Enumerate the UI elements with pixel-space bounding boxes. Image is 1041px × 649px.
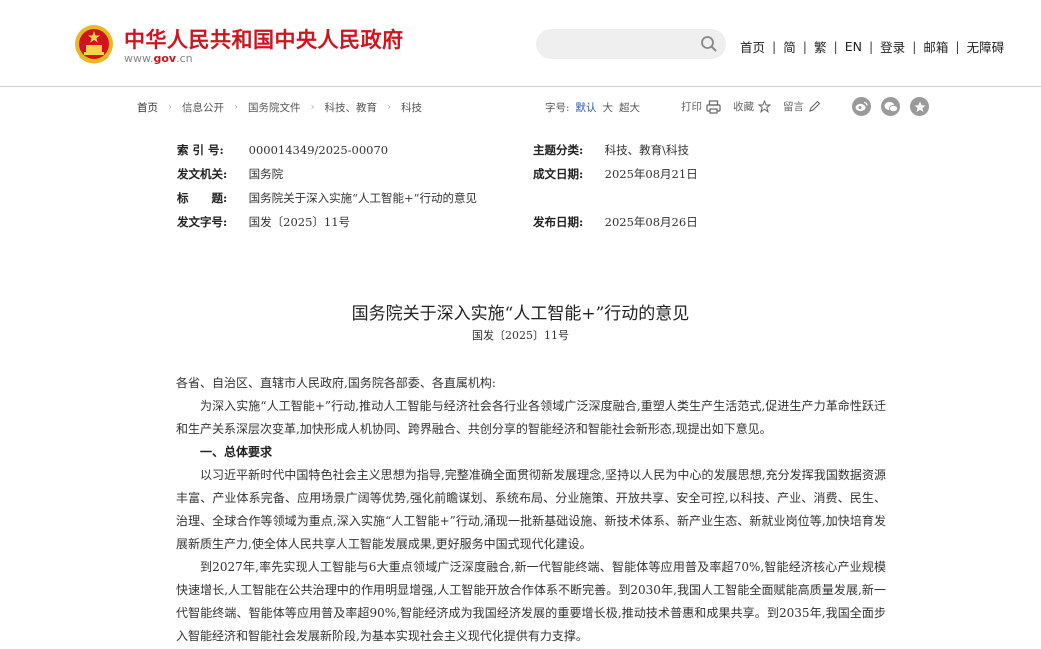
nav-home[interactable]: 首页 xyxy=(740,37,765,56)
breadcrumb-sci[interactable]: 科技 xyxy=(401,100,422,115)
pencil-icon xyxy=(809,100,821,112)
meta-issuer-label: 发文机关: xyxy=(177,167,228,181)
comment-button[interactable]: 留言 xyxy=(783,99,821,114)
star-outline-icon xyxy=(758,100,771,113)
wechat-glyph xyxy=(884,101,898,112)
printer-icon xyxy=(706,99,721,114)
meta-title-label: 标 题: xyxy=(177,191,228,205)
breadcrumb: 首页 › 信息公开 › 国务院文件 › 科技、教育 › 科技 xyxy=(137,100,422,115)
nav-separator: | xyxy=(912,39,917,54)
meta-issuer: 发文机关: 国务院 xyxy=(177,166,283,182)
article-paragraph: 为深入实施“人工智能+”行动,推动人工智能与经济社会各行业各领域广泛深度融合,重… xyxy=(176,399,886,436)
breadcrumb-info-public[interactable]: 信息公开 xyxy=(182,100,224,115)
nav-mailbox[interactable]: 邮箱 xyxy=(923,37,948,56)
meta-publish-value: 2025年08月26日 xyxy=(604,215,698,229)
meta-publish: 发布日期: 2025年08月26日 xyxy=(533,214,698,230)
article-salutation: 各省、自治区、直辖市人民政府,国务院各部委、各直属机构: xyxy=(176,376,496,390)
font-size-large[interactable]: 大 xyxy=(603,100,614,115)
font-size-default[interactable]: 默认 xyxy=(576,100,597,115)
meta-doc-no-value: 国发〔2025〕11号 xyxy=(248,215,351,229)
chevron-right-icon: › xyxy=(234,102,238,113)
wechat-icon[interactable] xyxy=(881,97,900,116)
comment-label: 留言 xyxy=(783,101,804,113)
meta-publish-label: 发布日期: xyxy=(533,215,584,229)
nav-traditional[interactable]: 繁 xyxy=(814,37,827,56)
article-body: 各省、自治区、直辖市人民政府,国务院各部委、各直属机构: 为深入实施“人工智能+… xyxy=(176,372,886,648)
meta-doc-no: 发文字号: 国发〔2025〕11号 xyxy=(177,214,350,230)
article-paragraph: 以习近平新时代中国特色社会主义思想为指导,完整准确全面贯彻新发展理念,坚持以人民… xyxy=(176,468,886,551)
favorite-button[interactable]: 收藏 xyxy=(733,99,771,114)
article-title: 国务院关于深入实施“人工智能+”行动的意见 xyxy=(351,304,690,324)
font-size-selector: 字号: 默认 大 超大 xyxy=(545,100,640,115)
site-header: 中华人民共和国中央人民政府 www.gov.cn 首页 | 简 | 繁 | EN… xyxy=(0,0,1041,86)
share-icons xyxy=(852,97,929,116)
print-button[interactable]: 打印 xyxy=(681,99,721,114)
article-paragraph: 到2027年,率先实现人工智能与6大重点领域广泛深度融合,新一代智能终端、智能体… xyxy=(176,560,886,643)
meta-doc-no-label: 发文字号: xyxy=(177,215,228,229)
meta-index-label: 索 引 号: xyxy=(177,143,224,157)
font-size-label: 字号: xyxy=(545,102,570,114)
meta-topic-value: 科技、教育\科技 xyxy=(604,143,690,157)
print-label: 打印 xyxy=(681,101,702,113)
meta-topic: 主题分类: 科技、教育\科技 xyxy=(533,142,689,158)
star-glyph xyxy=(914,101,925,112)
section-heading: 一、总体要求 xyxy=(200,445,273,459)
nav-separator: | xyxy=(955,39,960,54)
meta-title-value: 国务院关于深入实施“人工智能+”行动的意见 xyxy=(248,191,478,205)
site-url-bold: gov xyxy=(153,52,177,65)
article-doc-number: 国发〔2025〕11号 xyxy=(472,329,569,342)
national-emblem-icon[interactable] xyxy=(74,24,114,66)
search-input[interactable] xyxy=(536,29,726,59)
site-url-post: .cn xyxy=(176,52,193,65)
weibo-glyph xyxy=(855,101,868,112)
nav-separator: | xyxy=(868,39,874,54)
nav-separator: | xyxy=(802,39,807,54)
site-url[interactable]: www.gov.cn xyxy=(124,52,193,65)
meta-index: 索 引 号: 000014349/2025-00070 xyxy=(177,142,388,158)
favorite-label: 收藏 xyxy=(733,101,754,113)
search-icon[interactable] xyxy=(700,35,718,53)
article-tools: 打印 收藏 留言 xyxy=(681,99,833,114)
weibo-icon[interactable] xyxy=(852,97,871,116)
chevron-right-icon: › xyxy=(168,102,172,113)
meta-date-written: 成文日期: 2025年08月21日 xyxy=(533,166,698,182)
font-size-xlarge[interactable]: 超大 xyxy=(619,100,640,115)
meta-date-written-label: 成文日期: xyxy=(533,167,584,181)
meta-title: 标 题: 国务院关于深入实施“人工智能+”行动的意见 xyxy=(177,190,477,206)
breadcrumb-state-council-docs[interactable]: 国务院文件 xyxy=(248,100,301,115)
nav-english[interactable]: EN xyxy=(845,39,862,54)
meta-topic-label: 主题分类: xyxy=(533,143,584,157)
breadcrumb-home[interactable]: 首页 xyxy=(137,100,158,115)
nav-separator: | xyxy=(772,39,777,54)
breadcrumb-sci-edu[interactable]: 科技、教育 xyxy=(325,100,378,115)
nav-separator: | xyxy=(833,39,838,54)
chevron-right-icon: › xyxy=(310,102,315,113)
star-icon[interactable] xyxy=(910,97,929,116)
site-url-pre: www. xyxy=(124,52,154,65)
nav-simplified[interactable]: 简 xyxy=(783,37,796,56)
top-nav: 首页 | 简 | 繁 | EN | 登录 | 邮箱 | 无障碍 xyxy=(740,37,1004,56)
site-title[interactable]: 中华人民共和国中央人民政府 xyxy=(124,24,404,54)
meta-index-value: 000014349/2025-00070 xyxy=(248,143,389,157)
chevron-right-icon: › xyxy=(387,102,391,113)
header-divider xyxy=(0,86,1041,87)
nav-login[interactable]: 登录 xyxy=(880,37,905,56)
nav-accessibility[interactable]: 无障碍 xyxy=(967,37,1005,56)
meta-issuer-value: 国务院 xyxy=(248,167,284,181)
meta-date-written-value: 2025年08月21日 xyxy=(604,167,698,181)
